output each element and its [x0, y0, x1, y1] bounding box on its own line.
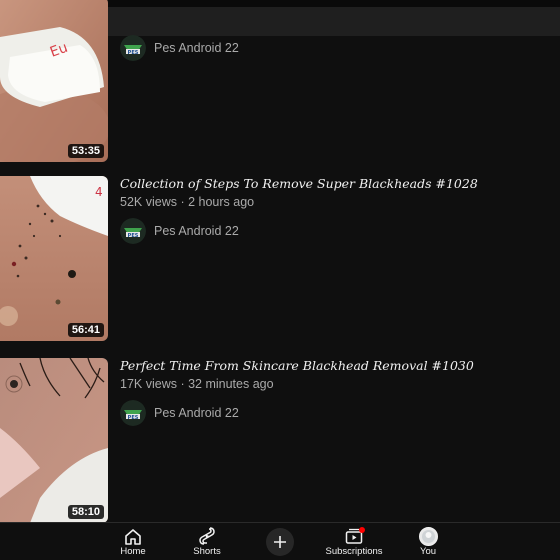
video-title[interactable]: Collection of Steps To Remove Super Blac…	[120, 176, 478, 191]
svg-text:4: 4	[95, 185, 103, 199]
video-card-2[interactable]: 4 56:41 Collection of Steps To Remove Su…	[0, 176, 560, 341]
thumbnail-image: Eu	[0, 0, 108, 162]
video-meta: 17K views · 32 minutes ago	[120, 377, 274, 391]
nav-you[interactable]: You	[410, 523, 446, 560]
notification-dot	[359, 527, 365, 533]
nav-home-label: Home	[120, 546, 146, 557]
plus-icon	[274, 536, 286, 548]
video-card-3[interactable]: 58:10 Perfect Time From Skincare Blackhe…	[0, 358, 560, 523]
video-duration: 56:41	[67, 323, 104, 337]
channel-row[interactable]: PES Pes Android 22	[120, 218, 239, 244]
channel-avatar-icon[interactable]: PES	[120, 400, 146, 426]
bottom-nav: Home Shorts Subscriptions You	[0, 522, 560, 560]
svg-text:PES: PES	[128, 50, 139, 56]
channel-row[interactable]: PES Pes Android 22	[120, 35, 239, 61]
thumbnail-image	[0, 358, 108, 523]
video-card-1[interactable]: Eu 53:35 PES Pes Android 22	[0, 0, 560, 162]
nav-home[interactable]: Home	[112, 523, 154, 560]
nav-subscriptions[interactable]: Subscriptions	[322, 523, 386, 560]
svg-text:PES: PES	[128, 415, 139, 421]
home-icon	[123, 527, 143, 545]
nav-shorts[interactable]: Shorts	[186, 523, 228, 560]
channel-name[interactable]: Pes Android 22	[154, 224, 239, 238]
channel-name[interactable]: Pes Android 22	[154, 406, 239, 420]
video-thumbnail[interactable]: 4 56:41	[0, 176, 108, 341]
avatar-icon	[418, 526, 438, 546]
nav-subscriptions-label: Subscriptions	[325, 546, 383, 557]
nav-you-label: You	[419, 546, 437, 557]
video-duration: 58:10	[67, 505, 104, 519]
create-button[interactable]	[266, 528, 294, 556]
channel-avatar-icon[interactable]: PES	[120, 218, 146, 244]
channel-name[interactable]: Pes Android 22	[154, 41, 239, 55]
video-title[interactable]: Perfect Time From Skincare Blackhead Rem…	[120, 358, 474, 373]
thumbnail-image: 4	[0, 176, 108, 341]
video-meta: 52K views · 2 hours ago	[120, 195, 255, 209]
channel-avatar-icon[interactable]: PES	[120, 35, 146, 61]
svg-text:PES: PES	[128, 233, 139, 239]
video-duration: 53:35	[67, 144, 104, 158]
shorts-icon	[197, 527, 217, 545]
channel-row[interactable]: PES Pes Android 22	[120, 400, 239, 426]
video-thumbnail[interactable]: 58:10	[0, 358, 108, 523]
subscriptions-icon	[344, 527, 365, 545]
video-thumbnail[interactable]: Eu 53:35	[0, 0, 108, 162]
nav-shorts-label: Shorts	[193, 546, 221, 557]
